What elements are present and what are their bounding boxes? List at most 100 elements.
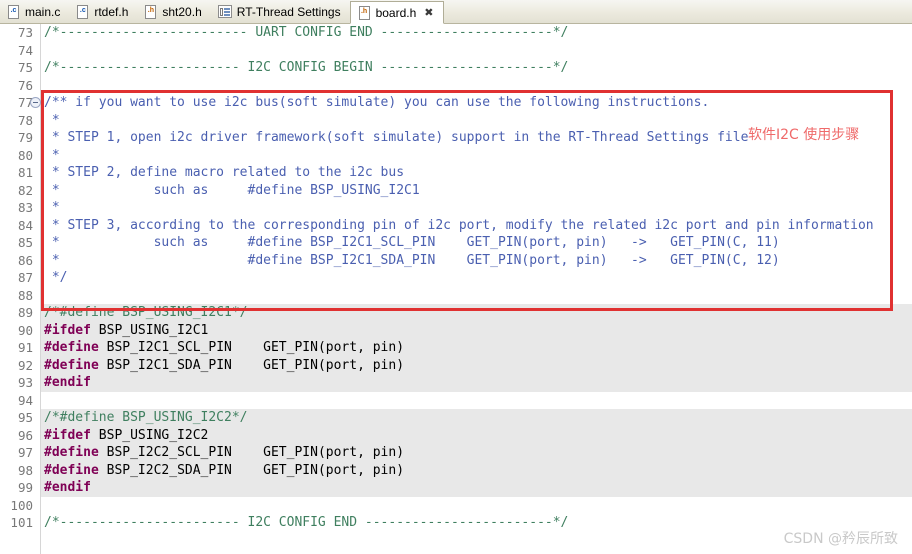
code-line[interactable]: 81 * STEP 2, define macro related to the… bbox=[0, 164, 912, 182]
code-line[interactable]: 76 bbox=[0, 77, 912, 95]
tab-main-c[interactable]: .c main.c bbox=[0, 0, 69, 23]
csdn-watermark: CSDN @矜辰所致 bbox=[783, 531, 898, 547]
doc-comment-text: * such as #define BSP_USING_I2C1 bbox=[44, 182, 420, 198]
code-line[interactable]: 87 */ bbox=[0, 269, 912, 287]
code-text: * bbox=[44, 147, 60, 165]
code-line[interactable]: 97 #define BSP_I2C2_SCL_PIN GET_PIN(port,… bbox=[0, 444, 912, 462]
c-file-icon: .c bbox=[76, 4, 89, 19]
doc-comment-text: * such as #define BSP_I2C1_SCL_PIN GET_P… bbox=[44, 235, 780, 250]
code-text: * such as #define BSP_I2C1_SCL_PIN GET_P… bbox=[44, 234, 780, 252]
line-number: 99 bbox=[17, 480, 33, 495]
line-number: 87 bbox=[17, 270, 33, 285]
code-line[interactable]: 90 #ifdef BSP_USING_I2C1 bbox=[0, 321, 912, 340]
tab-label: main.c bbox=[25, 4, 61, 19]
comment-text: /*#define BSP_USING_I2C1*/ bbox=[44, 305, 248, 320]
tab-rtdef-h[interactable]: .c rtdef.h bbox=[69, 0, 137, 23]
code-line[interactable]: 84 * STEP 3, according to the correspond… bbox=[0, 217, 912, 235]
code-rest: BSP_I2C2_SDA_PIN GET_PIN(port, pin) bbox=[98, 462, 405, 478]
code-line[interactable]: 80 * bbox=[0, 147, 912, 165]
code-line[interactable]: 101 /*----------------------- I2C CONFIG … bbox=[0, 514, 912, 532]
preprocessor-keyword: #ifdef bbox=[44, 322, 91, 338]
line-number: 94 bbox=[17, 392, 33, 408]
doc-comment-text: * STEP 3, according to the corresponding… bbox=[44, 217, 874, 233]
comment-text: /*------------------------ UART CONFIG E… bbox=[44, 25, 569, 40]
code-line[interactable]: 99 #endif bbox=[0, 479, 912, 497]
code-line[interactable]: 82 * such as #define BSP_USING_I2C1 bbox=[0, 182, 912, 200]
line-number: 82 bbox=[17, 182, 33, 198]
code-line[interactable]: 100 bbox=[0, 497, 912, 515]
doc-comment-text: * STEP 1, open i2c driver framework(soft… bbox=[44, 130, 749, 145]
code-line[interactable]: 96 #ifdef BSP_USING_I2C2 bbox=[0, 426, 912, 444]
code-line[interactable]: 95 /*#define BSP_USING_I2C2*/ bbox=[0, 409, 912, 427]
tab-rt-thread-settings[interactable]: RT-Thread Settings bbox=[211, 0, 350, 23]
comment-text: /*----------------------- I2C CONFIG END… bbox=[44, 515, 569, 530]
tab-label: board.h bbox=[375, 5, 417, 20]
line-number: 85 bbox=[17, 235, 33, 250]
code-rest: BSP_I2C2_SCL_PIN GET_PIN(port, pin) bbox=[98, 445, 405, 460]
code-line[interactable]: 98 #define BSP_I2C2_SDA_PIN GET_PIN(port,… bbox=[0, 461, 912, 480]
line-number: 83 bbox=[17, 200, 33, 215]
code-line[interactable]: 94 bbox=[0, 392, 912, 410]
code-text: /*----------------------- I2C CONFIG END… bbox=[44, 514, 568, 532]
line-number: 80 bbox=[17, 147, 33, 163]
preprocessor-keyword: #endif bbox=[44, 375, 91, 390]
code-line[interactable]: 85 * such as #define BSP_I2C1_SCL_PIN GE… bbox=[0, 234, 912, 252]
code-editor[interactable]: 73 /*------------------------ UART CONFIG… bbox=[0, 24, 912, 554]
settings-file-icon bbox=[217, 4, 232, 19]
tab-board-h[interactable]: .h board.h ✖ bbox=[349, 1, 444, 24]
code-text: * such as #define BSP_USING_I2C1 bbox=[44, 182, 420, 200]
comment-text: /*#define BSP_USING_I2C2*/ bbox=[44, 410, 248, 425]
line-number: 86 bbox=[17, 252, 33, 268]
line-number: 90 bbox=[17, 322, 33, 338]
tab-label: RT-Thread Settings bbox=[236, 4, 341, 19]
code-line[interactable]: 91 #define BSP_I2C1_SCL_PIN GET_PIN(port,… bbox=[0, 339, 912, 357]
doc-comment-text: * #define BSP_I2C1_SDA_PIN GET_PIN(port,… bbox=[44, 252, 780, 268]
line-number: 97 bbox=[17, 445, 33, 460]
code-line[interactable]: 75 /*----------------------- I2C CONFIG B… bbox=[0, 59, 912, 77]
code-line[interactable]: 88 bbox=[0, 287, 912, 305]
doc-comment-text: * STEP 2, define macro related to the i2… bbox=[44, 165, 405, 180]
code-fold-collapse-icon[interactable] bbox=[30, 97, 41, 108]
code-text: /*------------------------ UART CONFIG E… bbox=[44, 24, 568, 42]
tab-sht20-h[interactable]: .h sht20.h bbox=[137, 0, 210, 23]
code-line[interactable]: 74 bbox=[0, 42, 912, 60]
code-text: #define BSP_I2C2_SDA_PIN GET_PIN(port, p… bbox=[44, 462, 404, 480]
line-number: 96 bbox=[17, 427, 33, 443]
code-rest: BSP_I2C1_SDA_PIN GET_PIN(port, pin) bbox=[98, 357, 405, 373]
code-text: * STEP 1, open i2c driver framework(soft… bbox=[44, 129, 749, 147]
code-rest: BSP_USING_I2C2 bbox=[90, 427, 209, 443]
doc-comment-text: * bbox=[44, 112, 60, 128]
code-line[interactable]: 86 * #define BSP_I2C1_SDA_PIN GET_PIN(po… bbox=[0, 252, 912, 270]
code-text: * bbox=[44, 112, 60, 130]
line-number: 91 bbox=[17, 340, 33, 355]
code-line[interactable]: 89 /*#define BSP_USING_I2C1*/ bbox=[0, 304, 912, 322]
code-text: /*----------------------- I2C CONFIG BEG… bbox=[44, 59, 568, 77]
editor-tab-bar: .c main.c .c rtdef.h .h sht20.h RT-Thread Sett… bbox=[0, 0, 912, 24]
code-lines: 73 /*------------------------ UART CONFIG… bbox=[0, 24, 912, 532]
h-file-icon: .h bbox=[358, 5, 371, 20]
code-line[interactable]: 83 * bbox=[0, 199, 912, 217]
line-number: 77 bbox=[17, 95, 33, 110]
comment-text: /*----------------------- I2C CONFIG BEG… bbox=[44, 60, 569, 75]
preprocessor-keyword: #endif bbox=[44, 480, 91, 495]
doc-comment-text: * bbox=[44, 147, 60, 163]
code-rest: BSP_I2C1_SCL_PIN GET_PIN(port, pin) bbox=[98, 340, 405, 355]
doc-comment-text: /** if you want to use i2c bus(soft simu… bbox=[44, 95, 710, 110]
chinese-annotation-label: 软件I2C 使用步骤 bbox=[748, 127, 860, 143]
line-number: 73 bbox=[17, 25, 33, 40]
code-text: #ifdef BSP_USING_I2C1 bbox=[44, 322, 208, 340]
code-line[interactable]: 93 #endif bbox=[0, 374, 912, 392]
close-icon[interactable]: ✖ bbox=[424, 6, 433, 19]
doc-comment-text: */ bbox=[44, 270, 68, 285]
line-number: 95 bbox=[17, 410, 33, 425]
code-line[interactable]: 77 /** if you want to use i2c bus(soft si… bbox=[0, 94, 912, 112]
code-line[interactable]: 73 /*------------------------ UART CONFIG… bbox=[0, 24, 912, 42]
line-number: 84 bbox=[17, 217, 33, 233]
code-line[interactable]: 92 #define BSP_I2C1_SDA_PIN GET_PIN(port,… bbox=[0, 356, 912, 374]
code-text: * #define BSP_I2C1_SDA_PIN GET_PIN(port,… bbox=[44, 252, 780, 270]
line-number: 88 bbox=[17, 287, 33, 303]
code-text: /*#define BSP_USING_I2C2*/ bbox=[44, 409, 248, 427]
h-file-icon: .h bbox=[144, 4, 157, 19]
line-number: 78 bbox=[17, 112, 33, 128]
code-text: * STEP 2, define macro related to the i2… bbox=[44, 164, 404, 182]
